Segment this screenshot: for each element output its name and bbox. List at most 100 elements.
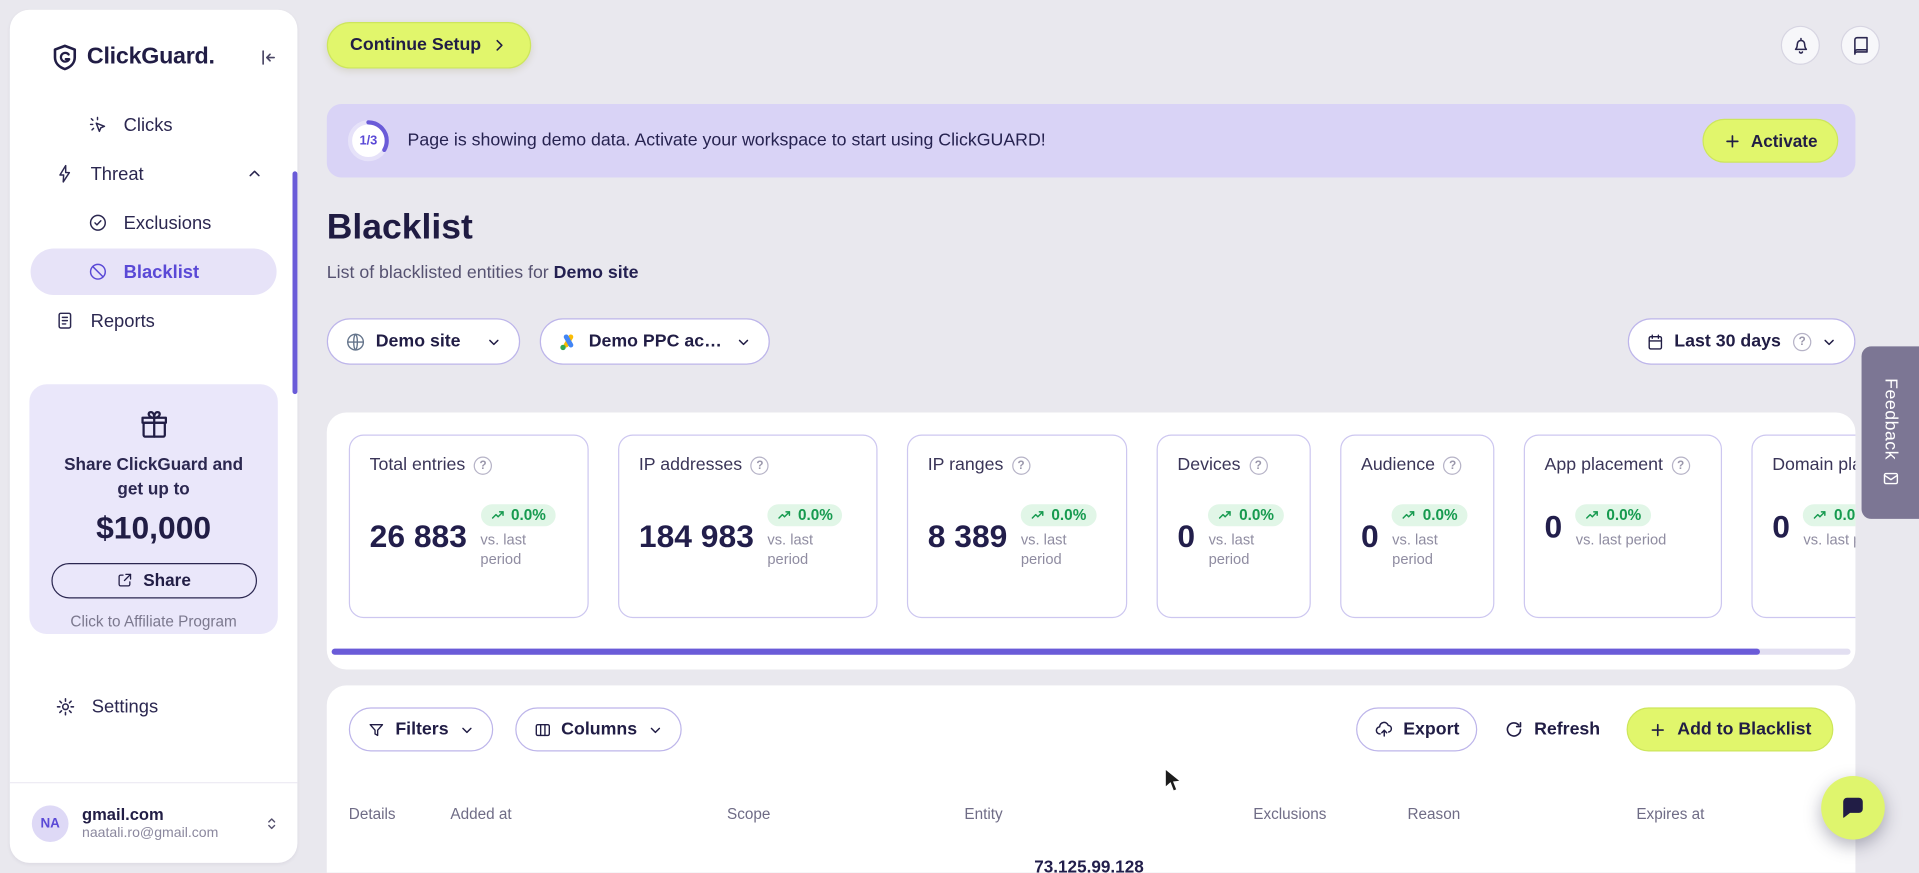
stat-value: 184 983 bbox=[638, 517, 754, 555]
sidebar-item-settings[interactable]: Settings bbox=[10, 683, 298, 730]
site-selector[interactable]: Demo site bbox=[326, 318, 521, 365]
help-icon[interactable]: ? bbox=[750, 455, 770, 475]
nav-label-exclusions: Exclusions bbox=[123, 212, 212, 234]
feedback-label: Feedback bbox=[1880, 377, 1901, 460]
stat-label: Total entries bbox=[369, 455, 466, 475]
banner-message: Page is showing demo data. Activate your… bbox=[407, 130, 1046, 151]
filters-button[interactable]: Filters bbox=[348, 707, 493, 752]
globe-icon bbox=[345, 331, 366, 352]
bolt-icon bbox=[55, 164, 75, 184]
book-icon bbox=[1850, 35, 1871, 56]
chevron-right-icon bbox=[491, 37, 508, 54]
stat-change: 0.0% bbox=[511, 506, 546, 524]
stat-change: 0.0% bbox=[1833, 506, 1856, 524]
stat-value: 0 bbox=[1177, 517, 1196, 555]
help-icon: ? bbox=[1793, 332, 1812, 351]
share-button-label: Share bbox=[143, 570, 191, 591]
settings-label: Settings bbox=[91, 695, 159, 717]
user-account[interactable]: NA gmail.com naatali.ro@gmail.com bbox=[9, 782, 298, 863]
stat-card-ip-addresses: IP addresses? 184 983 0.0% vs. last peri… bbox=[618, 434, 878, 619]
help-icon[interactable]: ? bbox=[1249, 455, 1268, 475]
continue-setup-label: Continue Setup bbox=[350, 35, 482, 56]
refresh-button[interactable]: Refresh bbox=[1505, 720, 1600, 740]
site-selector-label: Demo site bbox=[375, 331, 461, 352]
filters-label: Filters bbox=[395, 719, 449, 740]
sidebar-item-clicks[interactable]: Clicks bbox=[10, 100, 298, 149]
help-icon[interactable]: ? bbox=[473, 455, 493, 475]
notifications-button[interactable] bbox=[1780, 25, 1820, 65]
ppc-account-label: Demo PPC ac… bbox=[588, 331, 722, 352]
stat-vs-label: vs. last period bbox=[480, 531, 527, 569]
sidebar-collapse-icon[interactable] bbox=[256, 47, 278, 69]
envelope-icon bbox=[1882, 471, 1899, 488]
toolbar-right: Export Refresh Add to Blacklist bbox=[1355, 707, 1834, 752]
chevron-up-icon[interactable] bbox=[246, 165, 263, 182]
col-entity[interactable]: Entity bbox=[964, 805, 1002, 822]
stat-card-ip-ranges: IP ranges? 8 389 0.0% vs. last period bbox=[906, 434, 1128, 619]
help-icon[interactable]: ? bbox=[1443, 455, 1462, 475]
stat-value: 0 bbox=[1360, 517, 1379, 555]
demo-data-banner: 1/3 Page is showing demo data. Activate … bbox=[326, 104, 1856, 178]
sidebar-item-reports[interactable]: Reports bbox=[10, 296, 298, 345]
logo-row: ClickGuard. bbox=[10, 10, 298, 71]
stat-change: 0.0% bbox=[797, 506, 833, 524]
export-button[interactable]: Export bbox=[1355, 707, 1478, 752]
col-details[interactable]: Details bbox=[349, 805, 396, 822]
date-range-selector[interactable]: Last 30 days ? bbox=[1627, 318, 1856, 365]
stat-card-app-placement: App placement? 0 0.0% vs. last period bbox=[1523, 434, 1723, 619]
stat-value: 0 bbox=[1544, 508, 1563, 545]
activate-button[interactable]: Activate bbox=[1701, 118, 1839, 163]
help-icon[interactable]: ? bbox=[1011, 455, 1031, 475]
sidebar-item-threat[interactable]: Threat bbox=[10, 149, 298, 198]
sidebar-item-blacklist[interactable]: Blacklist bbox=[30, 248, 277, 295]
sidebar-item-exclusions[interactable]: Exclusions bbox=[10, 198, 298, 247]
logo-text: ClickGuard. bbox=[86, 44, 215, 70]
col-exclusions[interactable]: Exclusions bbox=[1253, 805, 1326, 822]
docs-button[interactable] bbox=[1840, 25, 1880, 65]
share-button[interactable]: Share bbox=[50, 562, 257, 598]
nav-label-reports: Reports bbox=[90, 310, 155, 332]
affiliate-link[interactable]: Click to Affiliate Program bbox=[70, 613, 236, 630]
document-icon bbox=[55, 311, 75, 331]
clickguard-logo-icon bbox=[51, 44, 78, 71]
table-row[interactable]: 73.125.99.128 bbox=[349, 857, 1834, 873]
stat-change: 0.0% bbox=[1606, 506, 1642, 524]
col-scope[interactable]: Scope bbox=[727, 805, 770, 822]
account-switcher-icon[interactable] bbox=[263, 815, 280, 832]
columns-button[interactable]: Columns bbox=[514, 707, 682, 752]
col-reason[interactable]: Reason bbox=[1407, 805, 1460, 822]
ban-icon bbox=[88, 262, 108, 282]
export-label: Export bbox=[1403, 719, 1460, 740]
stat-value: 8 389 bbox=[927, 517, 1008, 555]
sidebar: ClickGuard. Clicks Threat Exclusions Bla… bbox=[9, 9, 298, 863]
page-subtitle-site: Demo site bbox=[553, 263, 639, 283]
stat-vs-label: vs. last period bbox=[1020, 531, 1067, 569]
cards-scrollbar-thumb[interactable] bbox=[331, 648, 1760, 655]
feedback-tab[interactable]: Feedback bbox=[1861, 346, 1919, 519]
continue-setup-button[interactable]: Continue Setup bbox=[326, 22, 532, 69]
stat-label: Domain placement bbox=[1772, 455, 1855, 475]
promo-headline: Share ClickGuard and get up to bbox=[64, 454, 244, 499]
table-header: Details Added at Scope Entity Exclusions… bbox=[349, 805, 1834, 825]
ppc-account-selector[interactable]: Demo PPC ac… bbox=[539, 318, 770, 365]
stat-vs-label: vs. last period bbox=[1208, 531, 1255, 569]
external-link-icon bbox=[116, 572, 133, 589]
col-expires-at[interactable]: Expires at bbox=[1636, 805, 1704, 822]
affiliate-promo-card[interactable]: Share ClickGuard and get up to $10,000 S… bbox=[29, 384, 278, 634]
chat-widget-button[interactable] bbox=[1821, 775, 1885, 840]
stat-label: IP addresses bbox=[638, 455, 743, 475]
columns-label: Columns bbox=[561, 719, 638, 740]
col-added-at[interactable]: Added at bbox=[450, 805, 511, 822]
sidebar-scrollbar[interactable] bbox=[292, 171, 298, 395]
plus-icon bbox=[1723, 132, 1741, 150]
blacklist-table-panel: Filters Columns Export Refresh Add to Bl… bbox=[326, 685, 1856, 873]
help-icon[interactable]: ? bbox=[1671, 455, 1690, 475]
promo-amount: $10,000 bbox=[96, 508, 212, 546]
stat-vs-label: vs. last period bbox=[1575, 531, 1667, 549]
badge-check-icon bbox=[88, 213, 108, 233]
refresh-icon bbox=[1505, 720, 1525, 740]
gift-icon bbox=[138, 409, 170, 441]
sidebar-nav: Clicks Threat Exclusions Blacklist Repor… bbox=[10, 100, 298, 345]
add-to-blacklist-button[interactable]: Add to Blacklist bbox=[1627, 707, 1834, 752]
calendar-icon bbox=[1646, 332, 1664, 350]
